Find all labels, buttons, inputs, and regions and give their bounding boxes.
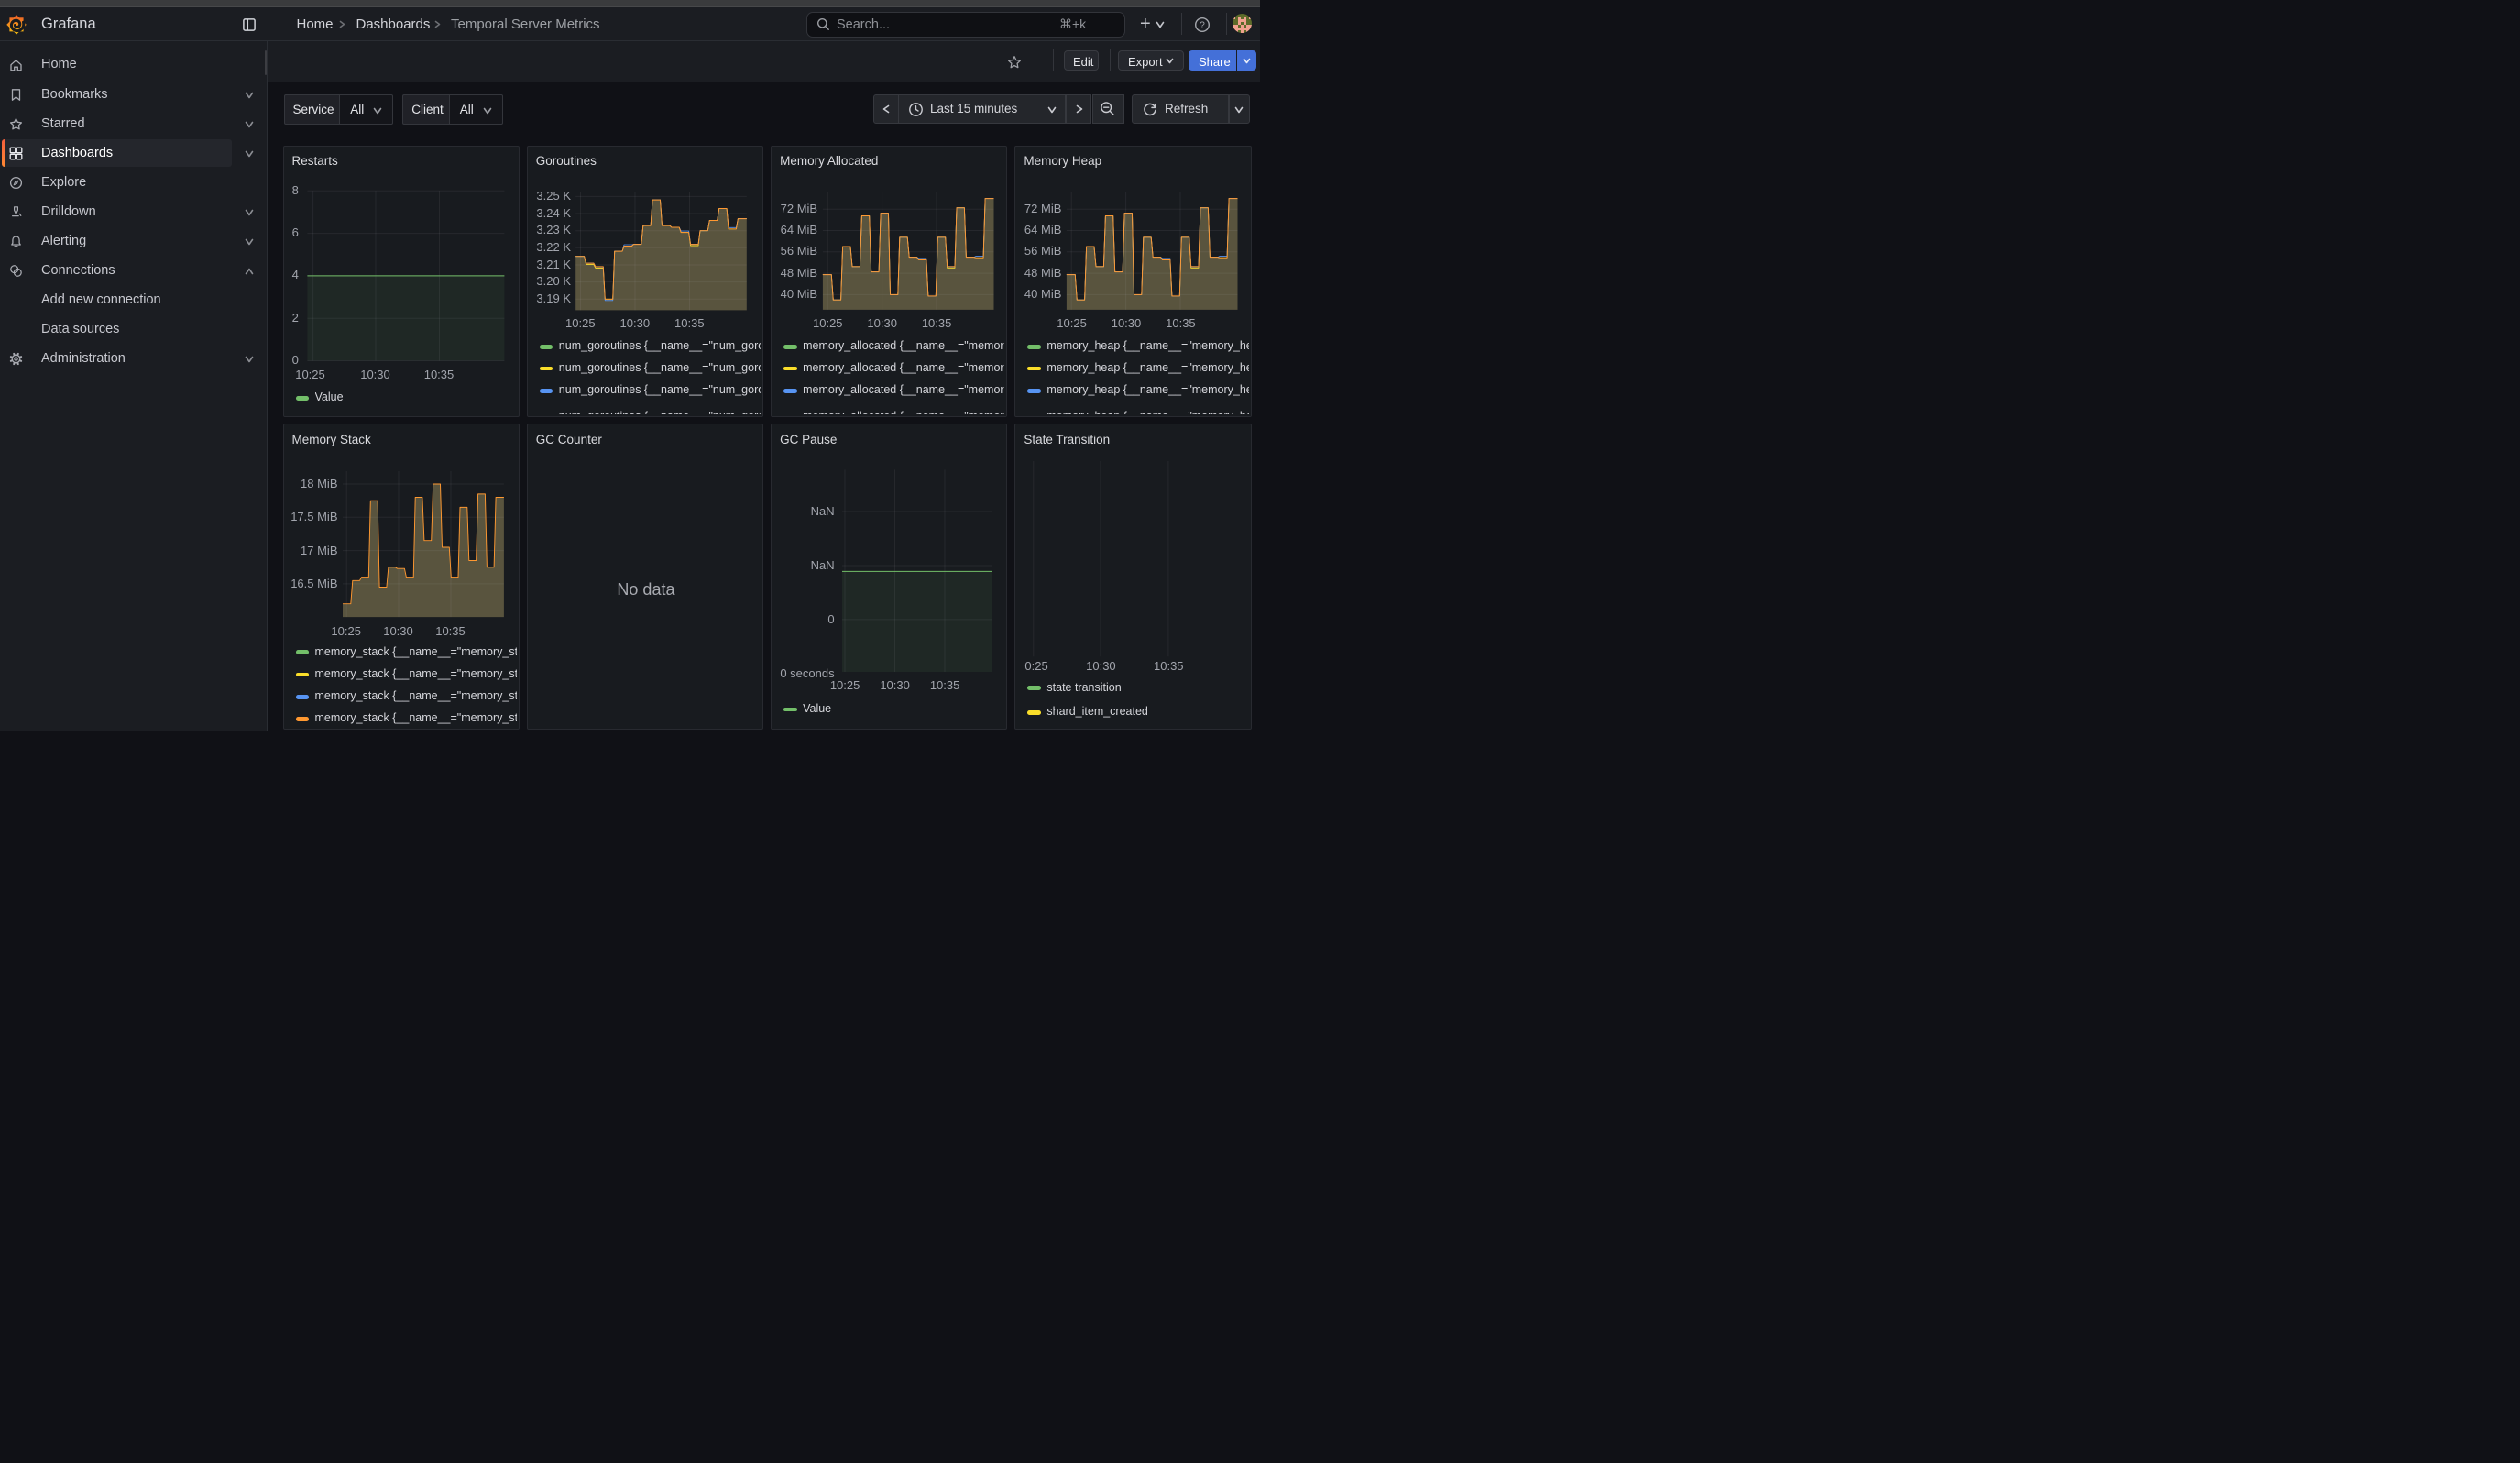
svg-text:?: ? — [1200, 20, 1205, 30]
